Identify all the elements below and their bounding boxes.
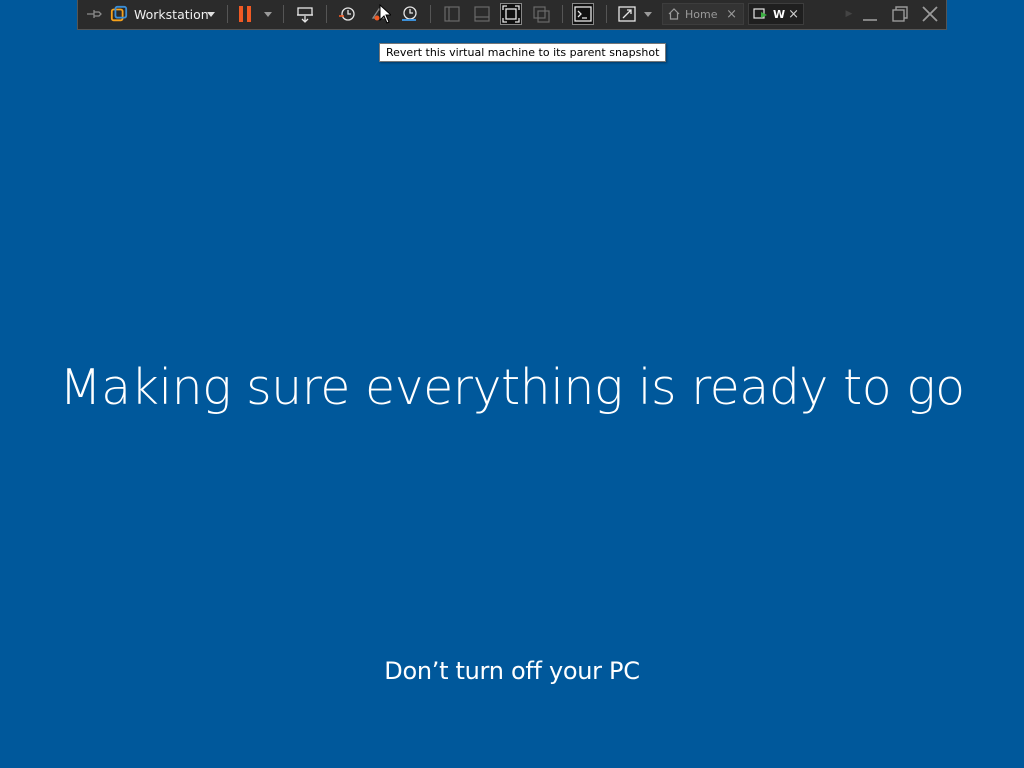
send-ctrl-alt-del-icon[interactable] bbox=[294, 3, 316, 25]
mouse-cursor-icon bbox=[379, 4, 391, 24]
toolbar-divider bbox=[227, 5, 228, 23]
close-icon[interactable] bbox=[920, 3, 940, 25]
toolbar-divider bbox=[283, 5, 284, 23]
tab-home[interactable]: Home × bbox=[662, 3, 744, 25]
console-view-icon[interactable] bbox=[572, 3, 594, 25]
snapshot-manager-icon[interactable] bbox=[398, 3, 420, 25]
toolbar-divider bbox=[430, 5, 431, 23]
guest-screen: Workstation Home × W × ▶ Revert this vir… bbox=[0, 0, 1024, 768]
tab-vm[interactable]: W × bbox=[748, 3, 804, 25]
pin-icon[interactable] bbox=[84, 3, 104, 25]
toolbar-divider bbox=[606, 5, 607, 23]
library-view-icon[interactable] bbox=[442, 3, 462, 25]
vmware-logo-icon[interactable] bbox=[110, 3, 128, 25]
thumbnail-view-icon[interactable] bbox=[472, 3, 492, 25]
home-icon bbox=[668, 8, 680, 20]
workstation-menu-label[interactable]: Workstation bbox=[134, 3, 209, 25]
pause-icon[interactable] bbox=[236, 3, 254, 25]
tab-home-label: Home bbox=[685, 7, 718, 21]
full-screen-icon[interactable] bbox=[500, 3, 522, 25]
chevron-down-icon[interactable] bbox=[205, 3, 217, 25]
tab-vm-label: W bbox=[773, 7, 786, 21]
setup-subtitle: Don’t turn off your PC bbox=[384, 657, 640, 685]
chevron-down-icon[interactable] bbox=[262, 3, 274, 25]
toolbar-divider bbox=[562, 5, 563, 23]
minimize-icon[interactable] bbox=[860, 3, 880, 25]
unity-view-icon[interactable] bbox=[530, 3, 552, 25]
tooltip: Revert this virtual machine to its paren… bbox=[379, 43, 667, 62]
restore-icon[interactable] bbox=[890, 3, 910, 25]
setup-headline: Making sure everything is ready to go bbox=[59, 359, 965, 416]
tab-scroll-right-icon[interactable]: ▶ bbox=[844, 3, 854, 25]
vm-running-icon bbox=[753, 8, 767, 19]
toolbar-divider bbox=[326, 5, 327, 23]
chevron-down-icon[interactable] bbox=[642, 3, 654, 25]
close-icon[interactable]: × bbox=[788, 7, 799, 22]
vm-toolbar: Workstation Home × W × ▶ bbox=[77, 0, 947, 30]
take-snapshot-icon[interactable] bbox=[336, 3, 358, 25]
close-icon[interactable]: × bbox=[726, 7, 737, 22]
stretch-guest-icon[interactable] bbox=[616, 3, 638, 25]
